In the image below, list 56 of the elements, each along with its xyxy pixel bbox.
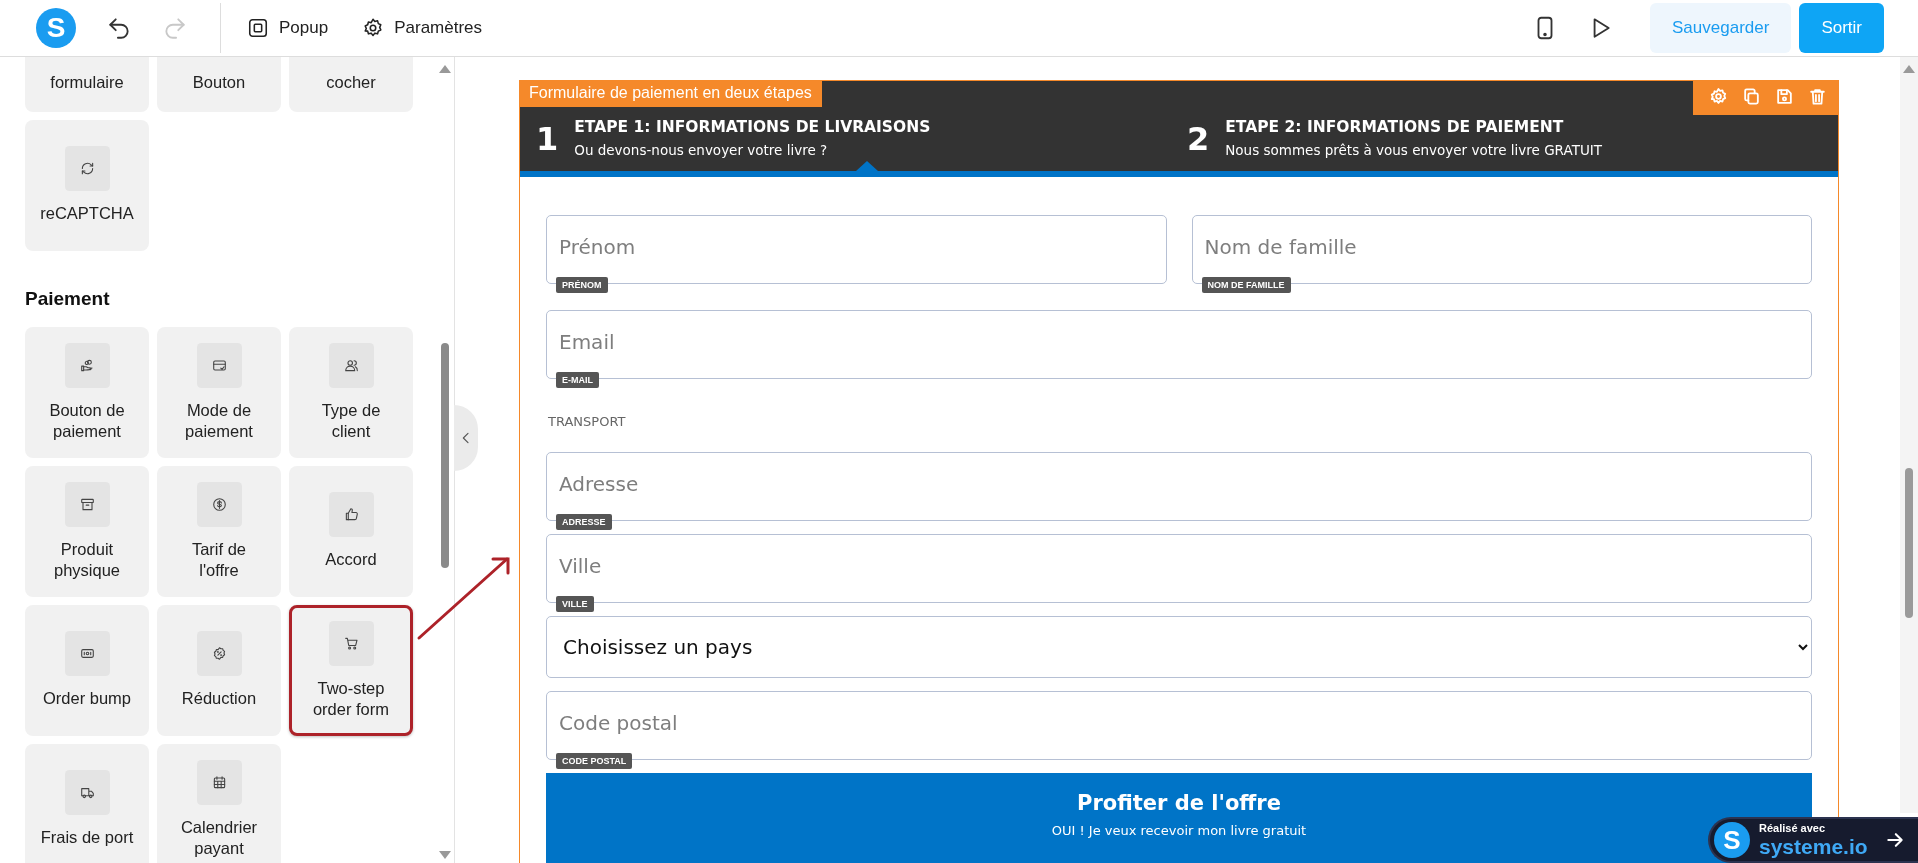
element-label: Formulaire de paiement en deux étapes [519,80,822,107]
ticket-icon [64,631,110,677]
step-number: 1 [536,120,559,158]
arrow-right-icon [1884,830,1905,850]
collapse-handle[interactable] [454,405,478,471]
sidebar-item[interactable]: Accord [289,466,413,597]
sidebar-item[interactable]: Frais de port [25,744,149,863]
copy-icon[interactable] [1742,87,1761,106]
delete-icon[interactable] [1808,87,1827,106]
sidebar-item[interactable]: Calendrier payant [157,744,281,863]
field-tag: NOM DE FAMILLE [1201,277,1291,293]
truck-icon [64,770,110,816]
step-title: ETAPE 1: INFORMATIONS DE LIVRAISONS [574,118,931,136]
field-tag: PRÉNOM [556,277,608,293]
users-icon [328,342,374,388]
section-label: TRANSPORT [548,414,627,429]
calendar-icon [196,759,242,805]
step-subtitle: Ou devons-nous envoyer votre livre ? [574,142,829,158]
archive-box-icon [64,481,110,527]
save-icon[interactable] [1775,87,1794,106]
square-icon [247,17,269,39]
country-select[interactable]: Choisissez un pays [546,616,1812,678]
sidebar-item[interactable]: formulaire [25,57,149,112]
discount-icon [196,631,242,677]
sidebar-item[interactable]: Bouton de paiement [25,327,149,458]
settings-icon [362,17,385,39]
sidebar-item[interactable]: Mode de paiement [157,327,281,458]
dollar-coin-icon [196,481,242,527]
field-tag: E-MAIL [556,372,599,388]
refresh-icon [64,146,110,192]
popup-button[interactable]: Popup [247,17,329,39]
settings-icon[interactable] [1709,87,1728,106]
field-tag: VILLE [556,596,594,612]
field-tag: CODE POSTAL [556,753,633,769]
hand-coins-icon [64,342,110,388]
sidebar-item[interactable]: reCAPTCHA [25,120,149,251]
card-icon [196,342,242,388]
undo-icon[interactable] [106,15,132,41]
sidebar-item[interactable]: Type de client [289,327,413,458]
step-number: 2 [1187,120,1210,158]
thumbs-up-icon [328,492,374,538]
sidebar-item[interactable]: Produit physique [25,466,149,597]
sidebar-item[interactable]: Bouton [157,57,281,112]
sidebar-item[interactable]: cocher [289,57,413,112]
sidebar-item[interactable]: Two-step order form [289,605,413,736]
cart-icon [328,620,374,666]
step-subtitle: Nous sommes prêts à vous envoyer votre livre GRATUIT [1225,142,1602,158]
sidebar-item[interactable]: Tarif de l'offre [157,466,281,597]
canvas-scrollbar[interactable] [1900,57,1918,813]
sidebar-item[interactable]: Order bump [25,605,149,736]
sidebar-item[interactable]: Réduction [157,605,281,736]
settings-button[interactable]: Paramètres [362,17,483,39]
field-tag: ADRESSE [556,514,612,530]
step-title: ETAPE 2: INFORMATIONS DE PAIEMENT [1225,118,1565,136]
badge-logo: S [1714,822,1750,858]
section-heading: Paiement [25,287,111,311]
